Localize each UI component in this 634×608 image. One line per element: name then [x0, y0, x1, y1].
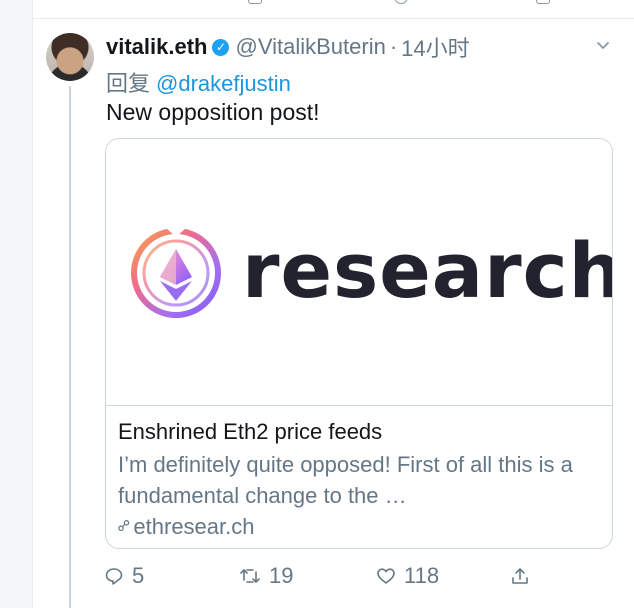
card-image[interactable]: research: [106, 139, 612, 406]
reply-context: 回复 @drakefjustin: [106, 66, 291, 98]
avatar[interactable]: [46, 33, 94, 81]
display-name[interactable]: vitalik.eth: [106, 34, 207, 60]
card-body[interactable]: Enshrined Eth2 price feeds I’m definitel…: [114, 417, 602, 542]
left-gutter: [0, 0, 32, 608]
thread-line: [69, 86, 71, 608]
left-divider: [32, 0, 33, 608]
card-wordmark: research: [242, 226, 613, 315]
chevron-down-icon[interactable]: [596, 38, 610, 52]
reply-mention-link[interactable]: @drakefjustin: [156, 71, 291, 96]
heart-icon: [377, 568, 395, 584]
like-button[interactable]: 118: [376, 562, 439, 590]
card-title: Enshrined Eth2 price feeds: [118, 419, 383, 444]
tweet-timestamp[interactable]: 14小时: [401, 31, 469, 63]
reply-icon: [105, 568, 123, 585]
previous-tweet-actions: [0, 0, 634, 6]
share-button[interactable]: [510, 562, 538, 590]
reply-prefix: 回复: [106, 71, 151, 96]
header-separator: ·: [389, 34, 398, 59]
link-preview-card[interactable]: research Enshrined Eth2 price feeds I’m …: [105, 138, 613, 549]
ethresearch-logo-icon: [131, 228, 221, 318]
share-icon: [512, 568, 528, 584]
prev-heart-icon[interactable]: [394, 0, 408, 4]
card-domain-text: ethresear.ch: [133, 514, 255, 539]
tweet-page: vitalik.eth ✓ @VitalikButerin · 14小时 回复 @…: [0, 0, 634, 608]
user-handle[interactable]: @VitalikButerin: [235, 34, 385, 60]
verified-badge-icon: ✓: [212, 38, 230, 56]
retweet-icon: [240, 569, 260, 583]
card-domain: ⚯ ethresear.ch: [114, 511, 602, 542]
tweet-text: New opposition post!: [106, 99, 320, 125]
retweet-count: 19: [269, 563, 294, 588]
like-count: 118: [404, 563, 440, 588]
tweet-divider: [33, 18, 634, 19]
card-description: I’m definitely quite opposed! First of a…: [118, 452, 573, 508]
reply-count: 5: [132, 563, 145, 588]
reply-button[interactable]: 5: [104, 562, 144, 590]
tweet-header: vitalik.eth ✓ @VitalikButerin · 14小时: [106, 32, 470, 62]
prev-share-icon[interactable]: [536, 0, 550, 4]
prev-retweet-icon[interactable]: [248, 0, 262, 4]
retweet-button[interactable]: 19: [239, 562, 293, 590]
tweet-actions: 5 19 118: [104, 562, 544, 590]
